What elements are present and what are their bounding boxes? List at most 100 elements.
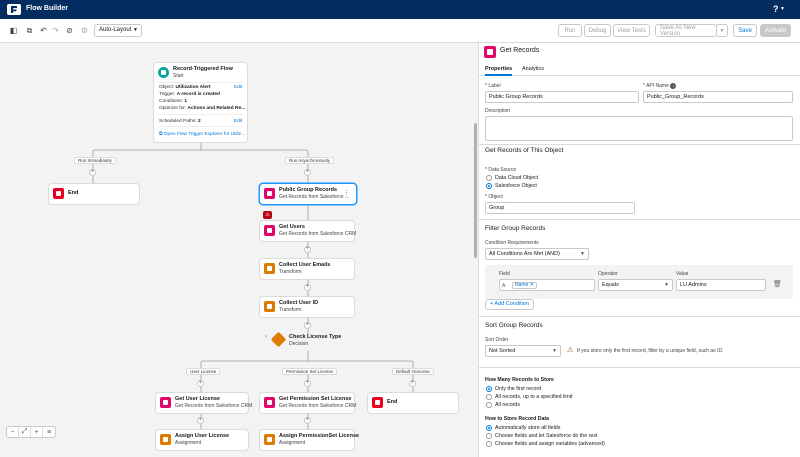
end-element[interactable]: End [368, 393, 458, 413]
field-pill[interactable]: Name ✕ [512, 282, 537, 289]
radio-first-record[interactable] [486, 386, 492, 392]
path-label-run-immediately: Run Immediately [74, 157, 116, 164]
node-subtitle: Get Records from Salesforce CRM [279, 231, 357, 237]
canvas-scrollbar[interactable] [474, 123, 477, 258]
activate-button[interactable]: Activate [760, 24, 791, 37]
layout-select[interactable]: Auto-Layout ▼ [94, 24, 142, 37]
radio-data-cloud-object[interactable] [486, 175, 492, 181]
condition-requirements-label: Condition Requirements [485, 240, 539, 246]
settings-icon[interactable]: ⚙ [79, 25, 90, 36]
outcome-label-default: Default Outcome [392, 368, 434, 375]
value-input[interactable]: LU Admins [676, 279, 766, 291]
how-many-records-label: How Many Records to Store [485, 377, 554, 383]
divider [479, 367, 800, 368]
node-title: Collect User ID [279, 300, 319, 306]
add-element-button[interactable]: + [304, 284, 311, 291]
radio-all-records[interactable] [486, 402, 492, 408]
object-label: * Object [485, 194, 503, 200]
chevron-down-icon: ▼ [580, 251, 585, 257]
add-element-button[interactable]: + [197, 417, 204, 424]
assignment-element-user-license[interactable]: Assign User License Assignment [156, 430, 248, 450]
field-column-header: Field [499, 271, 510, 277]
add-condition-button[interactable]: + Add Condition [485, 299, 534, 310]
assignment-element-permission-set-license[interactable]: Assign PermissionSet License Assignment [260, 430, 359, 450]
get-records-element-public-group[interactable]: Public Group Records Get Records from Sa… [260, 184, 356, 204]
radio-auto-store[interactable] [486, 425, 492, 431]
label-input[interactable]: Public Group Records [485, 91, 639, 103]
debug-button[interactable]: Debug [584, 24, 611, 37]
field-input[interactable]: A Name ✕ [499, 279, 595, 291]
sort-order-select[interactable]: Not Sorted ▼ [485, 345, 561, 357]
more-actions-icon[interactable]: ⋮ [343, 189, 350, 197]
chevron-down-icon[interactable]: ▼ [780, 6, 785, 12]
radio-salesforce-object[interactable] [486, 183, 492, 189]
undo-icon[interactable]: ↶ [38, 25, 49, 36]
delete-icon[interactable]: 🗑 [773, 280, 782, 288]
add-element-button[interactable]: + [304, 246, 311, 253]
api-name-label: * API Name i [643, 83, 677, 89]
radio-label: Automatically store all fields [495, 425, 561, 431]
add-element-button[interactable]: + [409, 380, 416, 387]
end-element[interactable]: End [49, 184, 139, 204]
save-as-new-version-button[interactable]: Save As New Version [655, 24, 717, 37]
errors-icon[interactable]: ⊘ [64, 25, 75, 36]
start-title: Record-Triggered Flow [173, 66, 233, 72]
reset-zoom-icon[interactable]: ≡ [43, 427, 55, 437]
operator-select[interactable]: Equals ▼ [598, 279, 673, 291]
object-input[interactable]: Group [485, 202, 635, 214]
redo-icon[interactable]: ↷ [50, 25, 61, 36]
radio-choose-fields-variables[interactable] [486, 441, 492, 447]
info-icon[interactable]: i [670, 83, 677, 89]
add-element-button[interactable]: + [197, 380, 204, 387]
run-button[interactable]: Run [558, 24, 582, 37]
get-records-element-user-license[interactable]: Get User License Get Records from Salesf… [156, 393, 252, 413]
decision-subtitle: Decision [289, 341, 309, 347]
zoom-in-icon[interactable]: + [31, 427, 43, 437]
add-element-button[interactable]: + [304, 380, 311, 387]
assignment-icon [264, 434, 275, 445]
get-records-element-users[interactable]: Get Users Get Records from Salesforce CR… [260, 221, 357, 241]
save-menu-chevron-icon[interactable]: ▾ [716, 24, 728, 37]
add-element-button[interactable]: + [304, 169, 311, 176]
start-element[interactable]: Record-Triggered Flow Start Object: Util… [154, 63, 247, 142]
get-records-element-permission-set-license[interactable]: Get Permission Set License Get Records f… [260, 393, 357, 413]
flow-canvas[interactable]: Record-Triggered Flow Start Object: Util… [0, 43, 478, 457]
add-element-button[interactable]: + [89, 169, 96, 176]
description-textarea[interactable] [485, 116, 793, 141]
tab-properties[interactable]: Properties [485, 66, 513, 76]
copy-icon[interactable]: ⧉ [24, 25, 35, 36]
fault-path-icon[interactable]: ⚠ [263, 211, 272, 219]
transform-element-emails[interactable]: Collect User Emails Transform [260, 259, 354, 279]
save-button[interactable]: Save [733, 24, 757, 37]
toggle-toolbox-icon[interactable]: ◧ [8, 25, 19, 36]
add-element-button[interactable]: + [304, 322, 311, 329]
add-element-button[interactable]: + [304, 417, 311, 424]
trigger-explorer-link[interactable]: ⧉ Open Flow Trigger Explorer for Utiliz.… [159, 131, 245, 137]
divider [158, 126, 243, 127]
divider [479, 219, 800, 220]
divider [479, 144, 800, 145]
get-records-icon [484, 46, 496, 58]
condition-requirements-select[interactable]: All Conditions Are Met (AND) ▼ [485, 248, 589, 260]
help-icon[interactable]: ? [773, 4, 779, 14]
transform-icon [264, 263, 275, 274]
radio-choose-fields-salesforce[interactable] [486, 433, 492, 439]
transform-element-user-id[interactable]: Collect User ID Transform [260, 297, 354, 317]
zoom-out-icon[interactable]: − [7, 427, 19, 437]
node-title: Get Users [279, 224, 305, 230]
edit-link[interactable]: Edit [234, 85, 242, 90]
start-conditions: Conditions: 1 [159, 99, 188, 104]
warning-icon: ⚠ [567, 347, 574, 354]
start-scheduled-paths: Scheduled Paths: 2 [159, 119, 201, 124]
decision-title[interactable]: Check License Type [289, 334, 341, 340]
node-title: Get User License [175, 396, 220, 402]
tab-analytics[interactable]: Analytics [522, 66, 544, 72]
chevron-down-icon: ▼ [552, 348, 557, 354]
fit-to-view-icon[interactable]: ⤢ [19, 427, 31, 437]
operator-column-header: Operator [598, 271, 618, 277]
radio-all-records-limit[interactable] [486, 394, 492, 400]
view-tests-button[interactable]: View Tests [613, 24, 650, 37]
api-name-input[interactable]: Public_Group_Records [643, 91, 793, 103]
node-subtitle: Get Records from Salesforce CRM [279, 403, 357, 409]
edit-link[interactable]: Edit [234, 119, 242, 124]
